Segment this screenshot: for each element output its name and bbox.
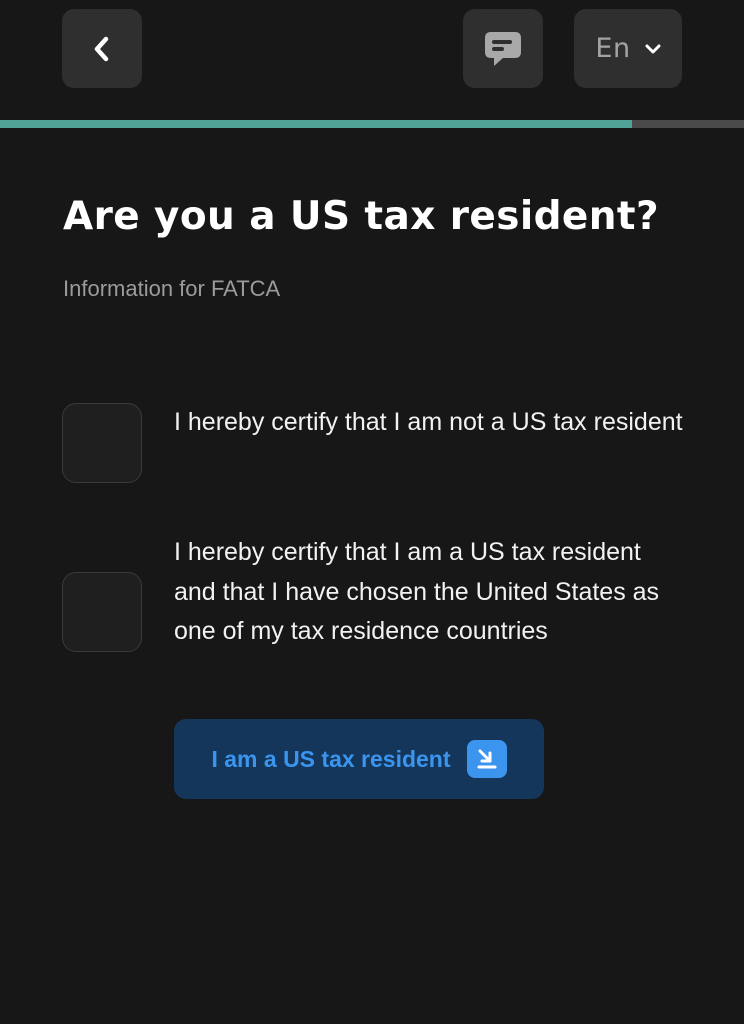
cta-label: I am a US tax resident — [211, 745, 451, 772]
chat-bubble-icon — [485, 31, 521, 66]
progress-bar — [0, 120, 744, 128]
page-subtitle: Information for FATCA — [63, 276, 281, 301]
page-title: Are you a US tax resident? — [63, 194, 659, 239]
back-button[interactable] — [62, 9, 142, 88]
language-selector[interactable]: En — [574, 9, 682, 88]
checkbox-us-tax-resident[interactable] — [62, 572, 142, 652]
checkbox-not-us-tax-resident[interactable] — [62, 403, 142, 483]
us-tax-resident-button[interactable]: I am a US tax resident — [174, 719, 544, 799]
chevron-down-icon — [645, 44, 661, 53]
download-document-icon — [466, 740, 507, 778]
option-label: I hereby certify that I am a US tax resi… — [174, 538, 660, 645]
language-label: En — [595, 33, 631, 64]
chevron-left-icon — [94, 36, 109, 61]
chat-button[interactable] — [463, 9, 543, 88]
progress-fill — [0, 120, 633, 128]
option-label: I hereby certify that I am not a US tax … — [174, 408, 683, 436]
top-bar: En — [0, 0, 744, 120]
